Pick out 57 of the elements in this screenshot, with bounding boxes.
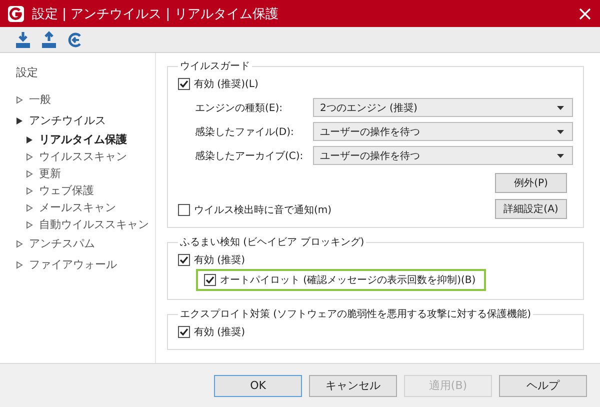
outline-triangle-icon	[26, 204, 33, 212]
field-label: 感染したアーカイブ(C):	[195, 150, 304, 162]
tree-item[interactable]: メールスキャン	[39, 200, 116, 215]
tree-item[interactable]: ウェブ保護	[39, 183, 94, 198]
undo-icon[interactable]	[66, 30, 84, 48]
dropdown[interactable]: 2つのエンジン (推奨)	[313, 98, 573, 117]
button[interactable]: 例外(P)	[495, 173, 567, 193]
dropdown-value: ユーザーの操作を待つ	[320, 150, 420, 162]
outline-triangle-icon	[26, 186, 33, 194]
caret-icon	[557, 154, 564, 158]
button[interactable]: ヘルプ	[499, 374, 587, 396]
tree-item[interactable]: リアルタイム保護	[39, 132, 127, 147]
checkbox[interactable]	[178, 204, 190, 216]
button[interactable]: OK	[214, 374, 302, 396]
window-title: 設定 | アンチウイルス | リアルタイム保護	[32, 6, 280, 22]
outline-triangle-icon	[26, 220, 33, 228]
checkbox[interactable]	[178, 326, 190, 338]
tree-item[interactable]: 自動ウイルススキャン	[39, 217, 149, 232]
outline-triangle-icon	[26, 152, 33, 160]
checkbox-label[interactable]: 有効 (推奨)(L)	[194, 77, 258, 91]
upload-icon[interactable]	[40, 30, 58, 48]
filled-triangle-icon	[16, 116, 23, 124]
checkbox[interactable]	[204, 274, 216, 286]
checkbox[interactable]	[178, 254, 190, 266]
dropdown-value: 2つのエンジン (推奨)	[320, 102, 418, 114]
tree-item[interactable]: ウイルススキャン	[39, 149, 127, 164]
field-label: エンジンの種類(E):	[195, 102, 284, 114]
outline-triangle-icon	[16, 96, 23, 104]
close-button[interactable]	[578, 6, 592, 20]
checkbox[interactable]	[178, 78, 190, 90]
dropdown[interactable]: ユーザーの操作を待つ	[313, 146, 573, 165]
checkbox-label[interactable]: 有効 (推奨)	[194, 325, 245, 339]
group-title: ウイルスガード	[179, 60, 251, 73]
caret-icon	[557, 106, 564, 110]
sidebar-heading: 設定	[16, 65, 38, 80]
group-title: エクスプロイト対策 (ソフトウェアの脆弱性を悪用する攻撃に対する保護機能)	[179, 308, 532, 321]
outline-triangle-icon	[16, 260, 23, 268]
download-icon[interactable]	[14, 30, 32, 48]
outline-triangle-icon	[26, 170, 33, 178]
checkbox-label[interactable]: 有効 (推奨)	[194, 253, 245, 267]
tree-item[interactable]: アンチウイルス	[29, 113, 106, 128]
checkbox-label[interactable]: オートパイロット (確認メッセージの表示回数を抑制)(B)	[220, 273, 476, 287]
button[interactable]: キャンセル	[309, 374, 397, 396]
group-title: ふるまい検知 (ビヘイビア ブロッキング)	[179, 236, 366, 249]
tree-item[interactable]: 一般	[29, 92, 51, 107]
tree-item[interactable]: 更新	[39, 166, 61, 181]
dropdown[interactable]: ユーザーの操作を待つ	[313, 122, 573, 141]
tree-item[interactable]: アンチスパム	[29, 236, 95, 251]
filled-triangle-icon	[26, 136, 33, 144]
button[interactable]: 詳細設定(A)	[495, 199, 567, 219]
caret-icon	[557, 130, 564, 134]
logo-icon	[8, 6, 24, 22]
dropdown-value: ユーザーの操作を待つ	[320, 126, 420, 138]
field-label: 感染したファイル(D):	[195, 126, 295, 138]
outline-triangle-icon	[16, 240, 23, 248]
tree-item[interactable]: ファイアウォール	[29, 257, 117, 272]
checkbox-label[interactable]: ウイルス検出時に音で通知(m)	[194, 203, 332, 217]
